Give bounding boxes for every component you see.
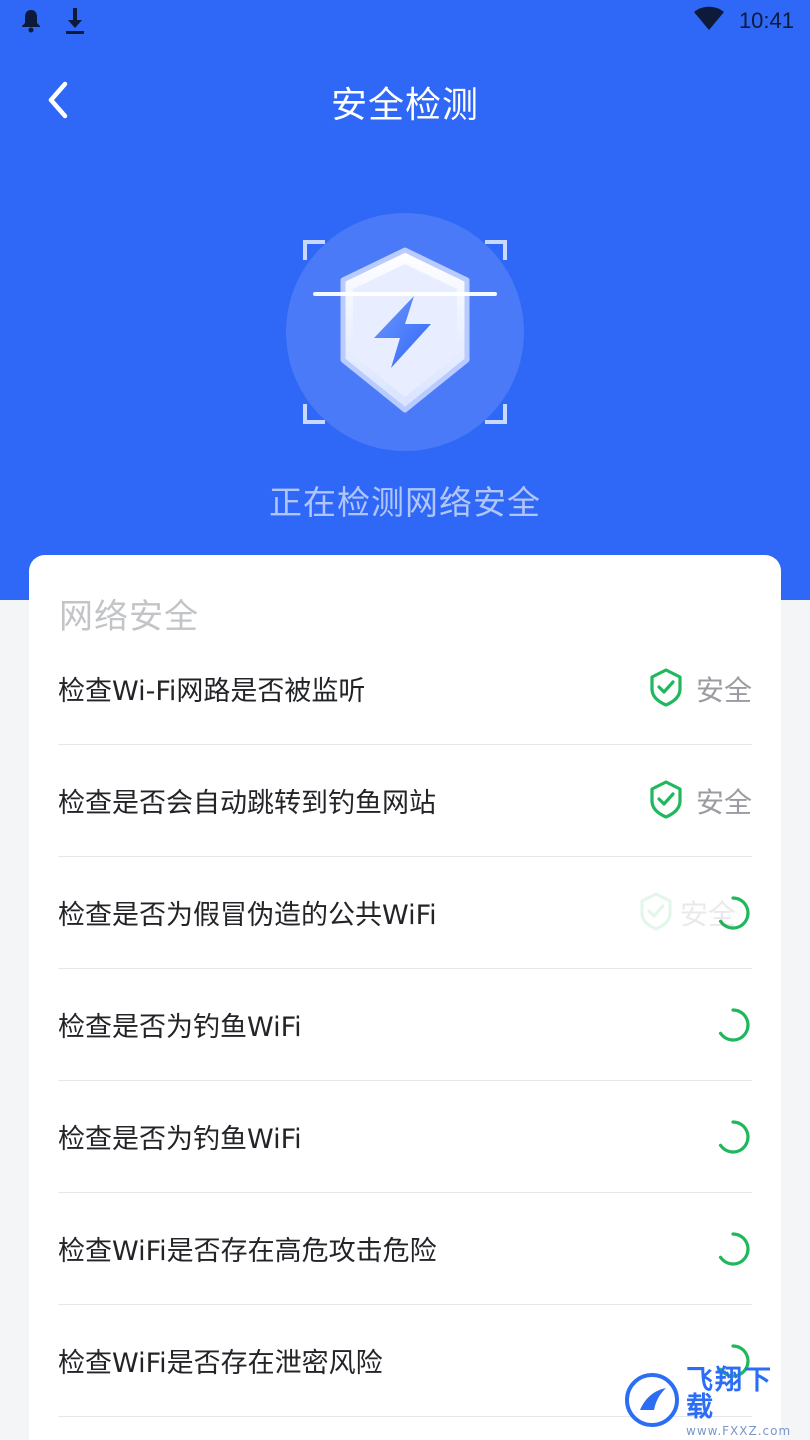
check-status: 安全 bbox=[648, 779, 752, 823]
check-status bbox=[714, 1229, 752, 1269]
check-label: 检查Wi-Fi网路是否被监听 bbox=[58, 676, 366, 707]
scan-status-caption: 正在检测网络安全 bbox=[269, 483, 541, 522]
scanner-illustration bbox=[285, 212, 525, 452]
watermark-url: www.FXXZ.com bbox=[686, 1424, 792, 1438]
check-row: 检查是否会自动跳转到钓鱼网站 安全 bbox=[58, 745, 752, 857]
watermark-text: 飞翔下载 bbox=[686, 1365, 773, 1423]
watermark: 飞翔下载 www.FXXZ.com bbox=[624, 1365, 800, 1438]
status-bar: 10:41 bbox=[0, 0, 810, 44]
status-text: 安全 bbox=[695, 674, 752, 707]
loading-spinner-icon bbox=[714, 1230, 752, 1268]
network-security-card: 网络安全 检查Wi-Fi网路是否被监听 安全 检查是否会自动跳转到钓鱼网站 安全 检查是… bbox=[29, 555, 781, 1440]
title-bar: 安全检测 bbox=[0, 66, 810, 136]
check-row: 检查是否为钓鱼WiFi bbox=[58, 1081, 752, 1193]
status-text: 安全 bbox=[679, 898, 736, 931]
check-status bbox=[714, 1005, 752, 1045]
status-time: 10:41 bbox=[738, 8, 794, 33]
check-row: 检查WiFi是否存在高危攻击危险 bbox=[58, 1193, 752, 1305]
download-icon bbox=[64, 6, 86, 40]
section-title: 网络安全 bbox=[59, 597, 199, 637]
loading-spinner-icon bbox=[714, 1006, 752, 1044]
shield-check-icon bbox=[648, 779, 684, 823]
check-label: 检查WiFi是否存在泄密风险 bbox=[58, 1348, 383, 1379]
shield-check-icon bbox=[638, 891, 674, 935]
loading-spinner-icon bbox=[714, 1118, 752, 1156]
check-label: 检查是否为假冒伪造的公共WiFi bbox=[58, 900, 437, 931]
check-row: 检查是否为钓鱼WiFi bbox=[58, 969, 752, 1081]
check-list: 检查Wi-Fi网路是否被监听 安全 检查是否会自动跳转到钓鱼网站 安全 检查是否为假冒伪… bbox=[58, 633, 752, 1417]
shield-lightning-icon bbox=[286, 213, 524, 451]
page-title: 安全检测 bbox=[330, 85, 479, 126]
watermark-logo-icon bbox=[624, 1372, 680, 1432]
check-row: 检查是否为假冒伪造的公共WiFi 安全 bbox=[58, 857, 752, 969]
check-status: 安全 bbox=[638, 891, 752, 935]
shield-check-icon bbox=[648, 667, 684, 711]
check-label: 检查是否为钓鱼WiFi bbox=[58, 1124, 302, 1155]
bell-icon bbox=[20, 8, 42, 38]
check-label: 检查WiFi是否存在高危攻击危险 bbox=[58, 1236, 437, 1267]
fading-safe-badge: 安全 bbox=[638, 891, 736, 935]
check-status bbox=[714, 1117, 752, 1157]
check-label: 检查是否会自动跳转到钓鱼网站 bbox=[58, 788, 436, 819]
check-status: 安全 bbox=[648, 667, 752, 711]
status-text: 安全 bbox=[695, 786, 752, 819]
wifi-icon bbox=[693, 6, 725, 36]
screen: 10:41 安全检测 正在检测网络安全 网络安全 检查Wi-Fi网路是否被监听 … bbox=[0, 0, 810, 1440]
check-label: 检查是否为钓鱼WiFi bbox=[58, 1012, 302, 1043]
check-row: 检查Wi-Fi网路是否被监听 安全 bbox=[58, 633, 752, 745]
